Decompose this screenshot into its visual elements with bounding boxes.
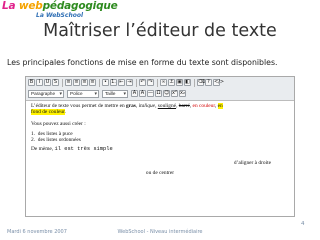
logo-wordmark: La webpédagogique <box>2 0 118 12</box>
underline-sample: souligné <box>157 103 177 109</box>
hr-button[interactable]: — <box>147 90 154 97</box>
bg-color-button[interactable]: A <box>139 90 146 97</box>
subscript-button[interactable]: x₂ <box>179 90 186 97</box>
page-subtitle: Les principales fonctions de mise en for… <box>7 58 278 67</box>
toolbar-row-2: Paragraphe Police Taille AA—Ω☺x²x₂ <box>26 88 294 99</box>
bullet-list-button[interactable]: • <box>102 79 109 86</box>
toolbar-separator <box>99 78 100 87</box>
undo-button[interactable]: ↶ <box>139 79 146 86</box>
italic-button[interactable]: I <box>36 79 43 86</box>
footer-course: WebSchool - Niveau intermédiaire <box>117 229 203 235</box>
text-editor[interactable]: BIUS≡≡≡≡•1.⇤⇥↶↷∞⚓▣◧⌫?</> Paragraphe Poli… <box>25 76 295 217</box>
help-button[interactable]: ? <box>205 79 212 86</box>
strike-button[interactable]: S <box>52 79 59 86</box>
editor-toolbar: BIUS≡≡≡≡•1.⇤⇥↶↷∞⚓▣◧⌫?</> Paragraphe Poli… <box>26 77 294 101</box>
text-color-button[interactable]: A <box>131 90 138 97</box>
toolbar-row-1: B I U S ≡ ≡ ≡ ≡ • 1. ⇤ ⇥ ↶ ↷ ∞ ⚓ ▣ ◧ ⌫? </> <box>26 77 294 88</box>
anchor-button[interactable]: ⚓ <box>168 79 175 86</box>
align-center-button[interactable]: ≡ <box>73 79 80 86</box>
superscript-button[interactable]: x² <box>171 90 178 97</box>
number-list-button[interactable]: 1. <box>110 79 117 86</box>
page-number: 4 <box>301 221 305 227</box>
editor-content[interactable]: L’éditeur de texte vous permet de mettre… <box>26 101 294 179</box>
centered-text: ou de centrer <box>145 170 175 177</box>
bold-button[interactable]: B <box>28 79 35 86</box>
redo-button[interactable]: ↷ <box>147 79 154 86</box>
toolbar-separator <box>136 78 137 87</box>
align-right-button[interactable]: ≡ <box>81 79 88 86</box>
format-select[interactable]: Paragraphe <box>28 89 64 98</box>
special-char-button[interactable]: Ω <box>155 90 162 97</box>
align-left-button[interactable]: ≡ <box>65 79 72 86</box>
indent-button[interactable]: ⇥ <box>126 79 133 86</box>
bold-sample: gras <box>126 103 136 109</box>
clean-button[interactable]: ⌫ <box>197 79 205 86</box>
logo-subtitle: La WebSchool <box>36 12 84 19</box>
color-sample: en couleur <box>192 103 215 109</box>
toolbar-separator <box>157 78 158 87</box>
font-select[interactable]: Police <box>67 89 99 98</box>
html-button[interactable]: </> <box>213 79 224 86</box>
table-button[interactable]: ◧ <box>184 79 191 86</box>
italic-sample: italique <box>138 103 156 109</box>
toolbar-separator <box>194 78 195 87</box>
size-select[interactable]: Taille <box>102 89 128 98</box>
link-button[interactable]: ∞ <box>160 79 167 86</box>
underline-button[interactable]: U <box>44 79 51 86</box>
page-title: Maîtriser l’éditeur de texte <box>43 21 277 41</box>
toolbar-separator <box>62 78 63 87</box>
highlight-sample: fond de couleur <box>31 109 65 116</box>
image-button[interactable]: ▣ <box>176 79 183 86</box>
toolbar-row-2-buttons: A A — Ω ☺ x² x₂ <box>131 90 187 97</box>
emoticon-button[interactable]: ☺ <box>163 90 170 97</box>
content-paragraph-1: L’éditeur de texte vous permet de mettre… <box>31 103 223 116</box>
outdent-button[interactable]: ⇤ <box>118 79 125 86</box>
strike-sample: barré <box>178 103 190 109</box>
justify-button[interactable]: ≡ <box>89 79 96 86</box>
